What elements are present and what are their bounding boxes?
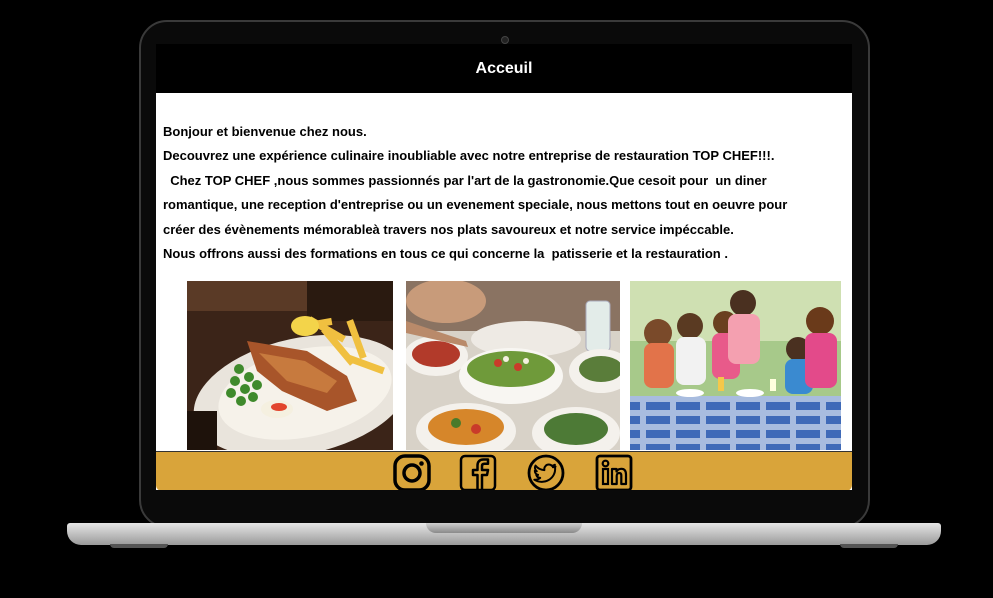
instagram-icon[interactable]	[392, 453, 432, 490]
twitter-icon[interactable]	[526, 453, 566, 490]
laptop-foot	[840, 544, 898, 548]
linkedin-icon[interactable]	[594, 453, 634, 490]
laptop-screen: Acceuil Bonjour et bienvenue chez nous. …	[156, 44, 852, 490]
social-footer	[156, 451, 852, 490]
intro-line: romantique, une reception d'entreprise o…	[163, 197, 788, 213]
intro-line: créer des évènements mémorableà travers …	[163, 221, 734, 237]
webcam-dot	[501, 36, 509, 44]
intro-line: Chez TOP CHEF ,nous sommes passionnés pa…	[163, 172, 767, 188]
laptop-notch	[426, 523, 582, 533]
salad-table-photo	[406, 281, 620, 450]
intro-line: Decouvrez une expérience culinaire inoub…	[163, 148, 775, 164]
fish-and-chips-photo	[187, 281, 393, 450]
laptop-foot	[110, 544, 168, 548]
page-header: Acceuil	[156, 44, 852, 93]
family-dining-photo	[630, 281, 841, 450]
page-title[interactable]: Acceuil	[476, 60, 533, 78]
intro-line: Nous offrons aussi des formations en tou…	[163, 246, 728, 262]
intro-text: Bonjour et bienvenue chez nous. Decouvre…	[163, 120, 843, 266]
facebook-icon[interactable]	[458, 453, 498, 490]
intro-line: Bonjour et bienvenue chez nous.	[163, 124, 367, 139]
